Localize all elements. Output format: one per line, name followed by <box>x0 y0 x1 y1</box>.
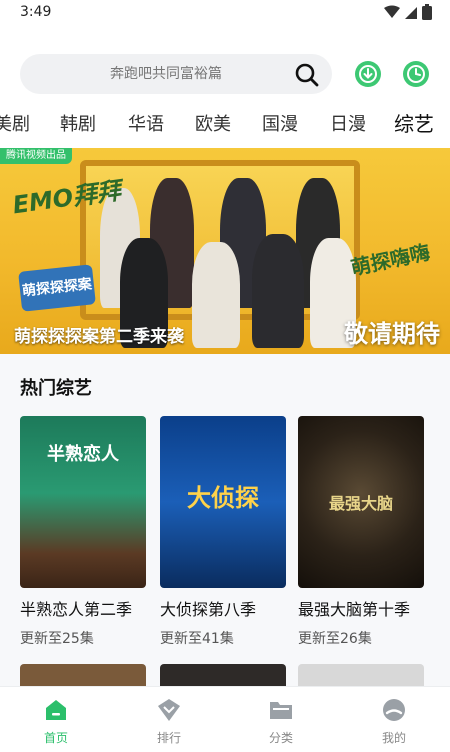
card-title: 半熟恋人第二季 <box>20 600 133 619</box>
card-episodes: 更新至26集 <box>298 631 372 647</box>
category-tabs: 美剧 韩剧 华语 欧美 国漫 日漫 综艺 <box>0 104 450 140</box>
poster-title: 半熟恋人 <box>47 444 119 465</box>
banner-person <box>252 234 304 348</box>
section-title: 热门综艺 <box>20 378 92 399</box>
nav-profile[interactable]: 我的 <box>364 697 424 746</box>
poster-title: 大侦探 <box>187 484 259 512</box>
tab-china-anime[interactable]: 国漫 <box>262 110 298 136</box>
tab-us-drama[interactable]: 美剧 <box>0 110 30 136</box>
nav-home[interactable]: 首页 <box>26 697 86 746</box>
next-row-poster[interactable] <box>20 664 146 686</box>
nav-category[interactable]: 分类 <box>251 697 311 746</box>
tab-variety[interactable]: 综艺 <box>394 108 434 137</box>
nav-home-label: 首页 <box>43 731 68 745</box>
next-row-poster[interactable] <box>298 664 424 686</box>
tab-japan-anime[interactable]: 日漫 <box>330 110 366 136</box>
nav-category-label: 分类 <box>268 731 293 745</box>
banner-slogan: 敬请期待 <box>344 320 440 348</box>
card-episodes: 更新至25集 <box>20 631 94 647</box>
folder-icon <box>270 702 292 719</box>
profile-icon <box>383 699 405 721</box>
rank-icon <box>158 699 180 721</box>
tab-korean-drama[interactable]: 韩剧 <box>60 110 96 136</box>
wifi-icon <box>384 5 400 18</box>
battery-icon <box>422 4 432 20</box>
download-icon[interactable] <box>354 60 382 88</box>
variety-card[interactable]: 最强大脑 最强大脑第十季 更新至26集 <box>298 416 424 648</box>
search-input[interactable]: 奔跑吧共同富裕篇 <box>20 54 332 94</box>
poster-image: 最强大脑 <box>298 416 424 588</box>
signal-icon <box>405 7 417 19</box>
poster-image: 大侦探 <box>160 416 286 588</box>
status-bar: 3:49 <box>0 0 450 28</box>
variety-card[interactable]: 半熟恋人 半熟恋人第二季 更新至25集 <box>20 416 146 648</box>
banner-caption: 萌探探探案第二季来袭 <box>14 327 184 347</box>
banner-show-logo: 萌探探探案 <box>18 264 96 312</box>
tab-chinese[interactable]: 华语 <box>128 110 164 136</box>
status-icons <box>384 4 432 20</box>
search-row: 奔跑吧共同富裕篇 <box>0 50 450 98</box>
nav-profile-label: 我的 <box>381 731 406 745</box>
search-icon[interactable] <box>294 62 320 88</box>
nav-rank-label: 排行 <box>156 731 181 745</box>
poster-title: 最强大脑 <box>328 494 393 513</box>
variety-card[interactable]: 大侦探 大侦探第八季 更新至41集 <box>160 416 286 648</box>
banner-carousel[interactable]: 腾讯视频出品 EMO拜拜 萌探探探案 萌探嗨嗨 萌探探探案第二季来袭 敬请期待 <box>0 148 450 354</box>
search-placeholder: 奔跑吧共同富裕篇 <box>110 66 222 82</box>
card-title: 大侦探第八季 <box>160 600 257 619</box>
home-icon <box>46 700 66 720</box>
next-row-poster[interactable] <box>160 664 286 686</box>
banner-badge: 腾讯视频出品 <box>0 148 72 164</box>
hot-variety-section: 热门综艺 半熟恋人 半熟恋人第二季 更新至25集 大侦探 大侦探第八季 更新至4… <box>0 354 450 686</box>
history-icon[interactable] <box>402 60 430 88</box>
banner-person <box>192 242 240 348</box>
bottom-nav: 首页 排行 分类 我的 <box>0 686 450 752</box>
card-episodes: 更新至41集 <box>160 631 234 647</box>
tab-western[interactable]: 欧美 <box>195 110 231 136</box>
banner-side-text: 萌探嗨嗨 <box>348 239 432 281</box>
status-time: 3:49 <box>20 4 52 20</box>
nav-rank[interactable]: 排行 <box>139 697 199 746</box>
card-title: 最强大脑第十季 <box>298 600 411 619</box>
poster-image: 半熟恋人 <box>20 416 146 588</box>
